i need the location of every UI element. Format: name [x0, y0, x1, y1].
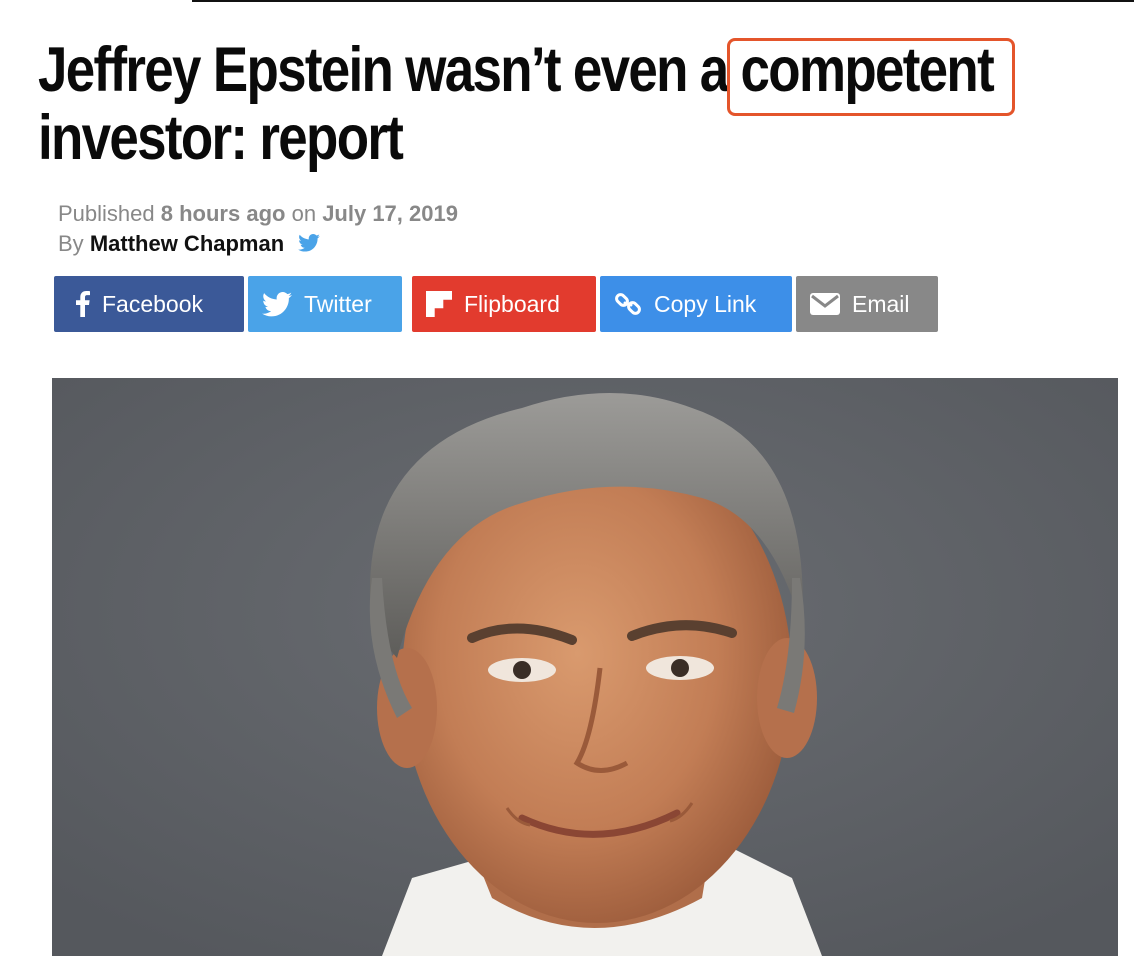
headline-text: Jeffrey Epstein wasn’t even a: [38, 35, 741, 105]
envelope-icon: [810, 293, 840, 315]
article-photo: [52, 378, 1118, 956]
facebook-icon: [76, 291, 90, 317]
copy-link-label: Copy Link: [654, 290, 757, 317]
relative-time: 8 hours ago: [160, 201, 286, 226]
top-divider: [192, 0, 1134, 2]
twitter-icon: [262, 291, 292, 317]
facebook-share-label: Facebook: [102, 290, 204, 317]
by-label: By: [58, 231, 84, 256]
publish-date: July 17, 2019: [322, 201, 458, 226]
flipboard-share-button[interactable]: Flipboard: [412, 276, 596, 332]
share-bar: Facebook Twitter Flipboard Copy Link Ema…: [54, 276, 938, 332]
published-label: Published: [58, 201, 155, 226]
on-label: on: [291, 201, 317, 226]
author-name[interactable]: Matthew Chapman: [90, 231, 284, 256]
article-page: Jeffrey Epstein wasn’t even a competent …: [0, 0, 1134, 956]
facebook-share-button[interactable]: Facebook: [54, 276, 244, 332]
email-share-button[interactable]: Email: [796, 276, 938, 332]
link-icon: [614, 290, 642, 318]
highlight-annotation-box: [727, 38, 1015, 116]
flipboard-share-label: Flipboard: [464, 290, 560, 317]
twitter-share-button[interactable]: Twitter: [248, 276, 402, 332]
twitter-share-label: Twitter: [304, 290, 372, 317]
flipboard-icon: [426, 291, 452, 317]
publish-info: Published 8 hours ago on July 17, 2019: [58, 199, 458, 229]
email-share-label: Email: [852, 290, 910, 317]
copy-link-button[interactable]: Copy Link: [600, 276, 792, 332]
twitter-icon[interactable]: [298, 230, 321, 260]
article-meta: Published 8 hours ago on July 17, 2019 B…: [58, 199, 458, 260]
byline: By Matthew Chapman: [58, 229, 458, 260]
